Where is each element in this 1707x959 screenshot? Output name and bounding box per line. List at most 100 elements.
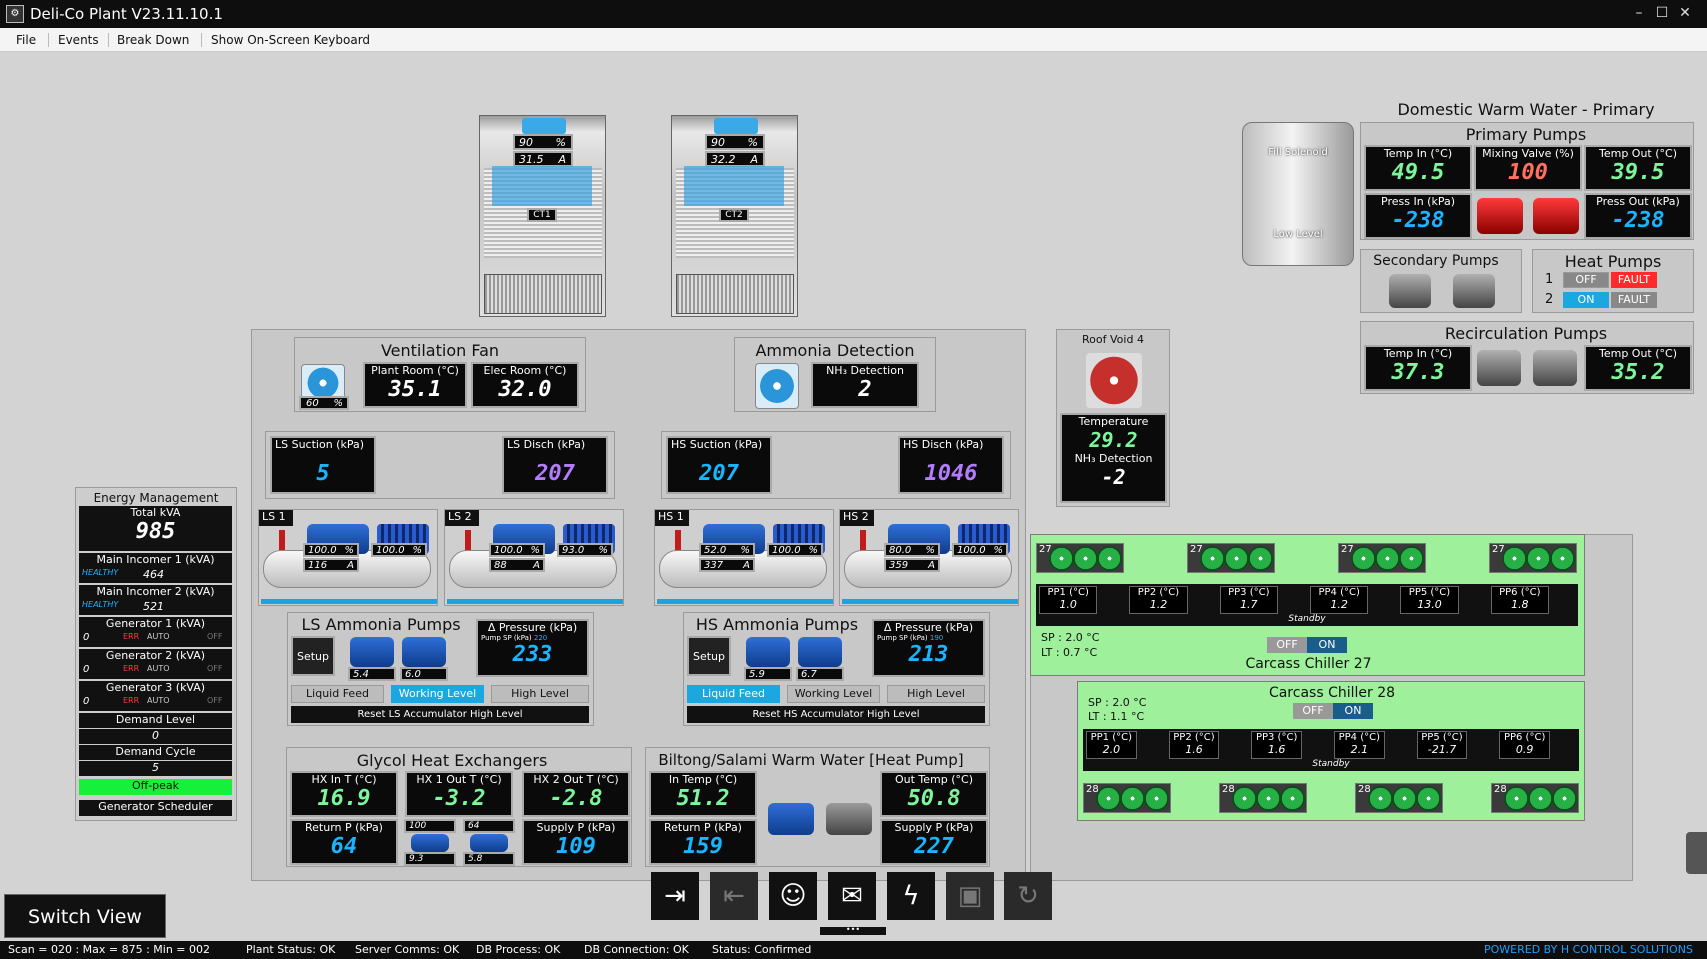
ls-pumps-setup-button[interactable]: Setup bbox=[291, 636, 335, 676]
chiller-fan-unit[interactable]: 27 bbox=[1036, 543, 1124, 573]
heat-pump-1-off[interactable]: OFF bbox=[1563, 272, 1609, 288]
hs-liquid-feed-button[interactable]: Liquid Feed bbox=[687, 685, 780, 703]
recirc-title: Recirculation Pumps bbox=[1444, 324, 1608, 343]
glycol-pump-2[interactable] bbox=[470, 834, 508, 852]
close-icon[interactable]: ✕ bbox=[1674, 3, 1696, 23]
chiller27-off-button[interactable]: OFF bbox=[1267, 637, 1307, 653]
primary-pump-2[interactable] bbox=[1533, 198, 1579, 234]
mail-icon[interactable]: ✉ bbox=[828, 872, 876, 920]
reset-ls-accumulator-button[interactable]: Reset LS Accumulator High Level bbox=[291, 706, 589, 723]
chiller28-off-button[interactable]: OFF bbox=[1293, 703, 1333, 719]
chiller-fan-unit[interactable]: 28 bbox=[1219, 783, 1307, 813]
biltong-pump-1[interactable] bbox=[768, 803, 814, 835]
compressor-3[interactable]: HS 1 52.0% 100.0% 337 A bbox=[654, 509, 834, 606]
logout-icon[interactable]: ⇤ bbox=[710, 872, 758, 920]
ls-delta-pressure: Δ Pressure (kPa) Pump SP (kPa) 220 233 bbox=[476, 619, 589, 677]
chiller27-on-button[interactable]: ON bbox=[1307, 637, 1347, 653]
roof-fan-icon[interactable] bbox=[1086, 353, 1142, 408]
ls-pump-1[interactable] bbox=[350, 637, 394, 667]
compressor-4[interactable]: HS 2 80.0% 100.0% 359 A bbox=[839, 509, 1019, 606]
biltong-title: Biltong/Salami Warm Water [Heat Pump] bbox=[658, 751, 964, 769]
low-level-label: Low Level bbox=[1273, 229, 1323, 240]
ammonia-detection-panel: Ammonia Detection NH₃ Detection 2 bbox=[734, 337, 936, 412]
switch-view-button[interactable]: Switch View bbox=[4, 894, 166, 938]
chiller28-lt: LT : 1.1 °C bbox=[1088, 710, 1145, 723]
chiller-fan-unit[interactable]: 28 bbox=[1083, 783, 1171, 813]
primary-pump-1[interactable] bbox=[1477, 198, 1523, 234]
menu-events[interactable]: Events bbox=[58, 33, 99, 47]
ct1-percent: 90 bbox=[519, 136, 533, 149]
fill-solenoid-label: Fill Solenoid bbox=[1268, 147, 1328, 158]
pp-sensor: PP4 (°C) 1.2 bbox=[1310, 586, 1369, 614]
maximize-icon[interactable]: ☐ bbox=[1651, 3, 1673, 23]
login-icon[interactable]: ⇥ bbox=[651, 872, 699, 920]
total-kva-value: 985 bbox=[79, 519, 232, 551]
biltong-pump-2[interactable] bbox=[826, 803, 872, 835]
ls-liquid-feed-button[interactable]: Liquid Feed bbox=[291, 685, 384, 703]
ls-pump-2-amps: 6.0 bbox=[405, 669, 421, 680]
biltong-in-temp: In Temp (°C) 51.2 bbox=[649, 771, 757, 817]
secondary-pump-2[interactable] bbox=[1453, 274, 1495, 308]
side-drawer-handle[interactable] bbox=[1686, 832, 1707, 874]
glycol-pump-1[interactable] bbox=[411, 834, 449, 852]
compressor-2[interactable]: LS 2 100.0% 93.0% 88 A bbox=[444, 509, 624, 606]
plant-room-temp: Plant Room (°C) 35.1 bbox=[363, 362, 467, 408]
ls-pump-2[interactable] bbox=[402, 637, 446, 667]
dww-mixing-valve: Mixing Valve (%) 100 bbox=[1474, 145, 1582, 191]
energy-label: Demand Cycle bbox=[79, 745, 232, 760]
vent-fan-percent: 60 bbox=[306, 398, 319, 409]
recirc-pump-2[interactable] bbox=[1533, 350, 1577, 386]
ventilation-fan-title: Ventilation Fan bbox=[380, 341, 500, 360]
hs-ammonia-pumps-panel: HS Ammonia Pumps Setup 5.9 6.7 Δ Pressur… bbox=[683, 612, 990, 726]
dww-title: Domestic Warm Water - Primary bbox=[1397, 100, 1655, 119]
refresh-icon[interactable]: ↻ bbox=[1004, 872, 1052, 920]
menu-bar: File Events Break Down Show On-Screen Ke… bbox=[0, 28, 1707, 52]
ventilation-fan-panel: Ventilation Fan 60% Plant Room (°C) 35.1 … bbox=[294, 337, 586, 412]
compressor-name: LS 2 bbox=[445, 510, 479, 526]
reset-hs-accumulator-button[interactable]: Reset HS Accumulator High Level bbox=[687, 706, 985, 723]
toolbar-expand-handle[interactable]: ••• bbox=[820, 926, 886, 935]
compressor-1[interactable]: LS 1 100.0% 100.0% 116 A bbox=[258, 509, 438, 606]
hs-pump-2[interactable] bbox=[798, 637, 842, 667]
compressor-name: HS 1 bbox=[655, 510, 689, 526]
glycol-return-pressure: Return P (kPa) 64 bbox=[290, 819, 398, 865]
chiller28-on-button[interactable]: ON bbox=[1333, 703, 1373, 719]
hs-pump-1[interactable] bbox=[746, 637, 790, 667]
user-settings-icon[interactable]: ☺ bbox=[769, 872, 817, 920]
save-icon[interactable]: ▣ bbox=[946, 872, 994, 920]
chiller27-sp: SP : 2.0 °C bbox=[1041, 631, 1100, 644]
chiller-fan-unit[interactable]: 28 bbox=[1491, 783, 1579, 813]
ls-working-level-button[interactable]: Working Level bbox=[391, 685, 484, 703]
chiller-fan-unit[interactable]: 27 bbox=[1338, 543, 1426, 573]
generator-scheduler-button[interactable]: Generator Scheduler bbox=[79, 800, 232, 816]
glycol-pump-2-pct: 64 bbox=[468, 821, 480, 831]
compressor-amps: 359 bbox=[889, 560, 909, 571]
power-icon[interactable]: ϟ bbox=[887, 872, 935, 920]
cooling-tower-2[interactable]: 90% 32.2 A CT2 bbox=[671, 115, 798, 317]
ammonia-fan-icon[interactable] bbox=[755, 363, 799, 409]
minimize-icon[interactable]: – bbox=[1628, 3, 1650, 23]
biltong-supply-pressure: Supply P (kPa) 227 bbox=[880, 819, 988, 865]
pp-sensor: PP2 (°C) 1.6 bbox=[1168, 731, 1220, 759]
chiller-fan-unit[interactable]: 27 bbox=[1187, 543, 1275, 573]
secondary-pump-1[interactable] bbox=[1389, 274, 1431, 308]
hs-working-level-button[interactable]: Working Level bbox=[787, 685, 880, 703]
dww-press-out: Press Out (kPa) -238 bbox=[1584, 193, 1692, 239]
biltong-return-pressure: Return P (kPa) 159 bbox=[649, 819, 757, 865]
menu-break-down[interactable]: Break Down bbox=[117, 33, 189, 47]
generator-status: 0 ERR AUTO OFF bbox=[79, 632, 232, 647]
glycol-pump-2-amps: 5.8 bbox=[468, 854, 483, 864]
ls-high-level-button[interactable]: High Level bbox=[491, 685, 589, 703]
hs-delta-pressure: Δ Pressure (kPa) Pump SP (kPa) 190 213 bbox=[872, 619, 985, 677]
menu-file[interactable]: File bbox=[16, 33, 36, 47]
heat-pump-2-on[interactable]: ON bbox=[1563, 292, 1609, 308]
recirc-pump-1[interactable] bbox=[1477, 350, 1521, 386]
hs-pumps-setup-button[interactable]: Setup bbox=[687, 636, 731, 676]
standby-label: Standby bbox=[1288, 614, 1326, 624]
chiller-fan-unit[interactable]: 27 bbox=[1489, 543, 1577, 573]
window-title: Deli-Co Plant V23.11.10.1 bbox=[30, 5, 223, 23]
cooling-tower-1[interactable]: 90% 31.5 A CT1 bbox=[479, 115, 606, 317]
hs-high-level-button[interactable]: High Level bbox=[887, 685, 985, 703]
chiller-fan-unit[interactable]: 28 bbox=[1355, 783, 1443, 813]
menu-on-screen-keyboard[interactable]: Show On-Screen Keyboard bbox=[211, 33, 370, 47]
